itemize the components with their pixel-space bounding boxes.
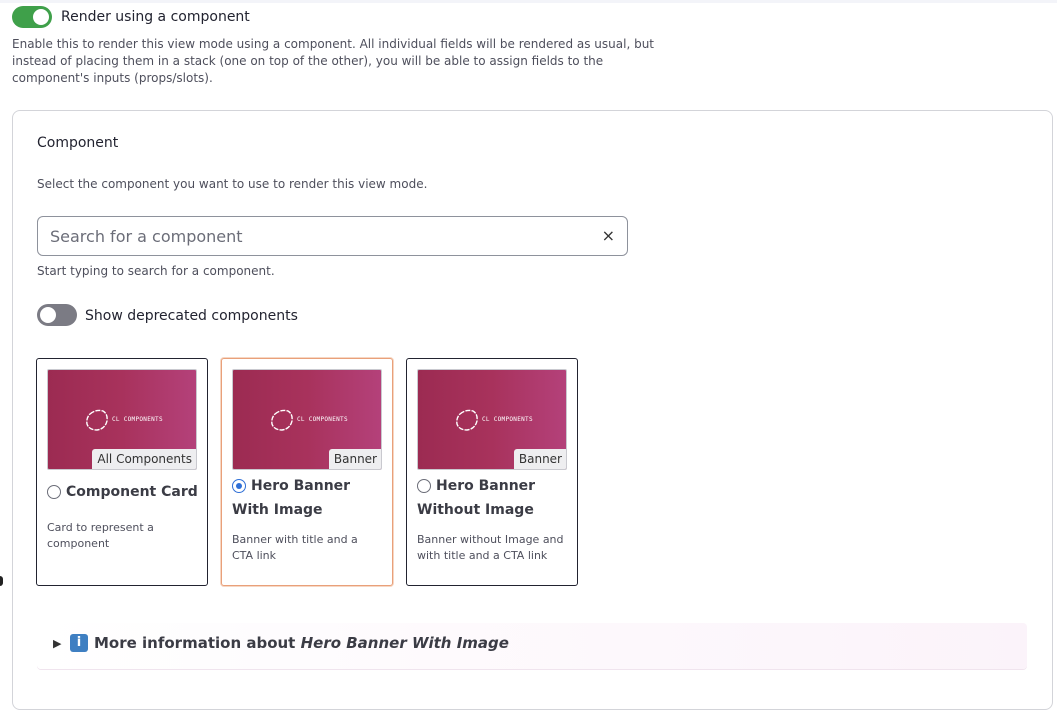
brand-text: CL COMPONENTS xyxy=(297,416,348,423)
toggle-knob xyxy=(40,307,56,323)
clear-search-icon[interactable]: × xyxy=(602,226,615,246)
component-description-text: Banner without Image and with title and … xyxy=(417,533,564,562)
component-card-component-card[interactable]: CL COMPONENTS All Components Component C… xyxy=(36,358,208,586)
component-search-input[interactable] xyxy=(50,225,580,247)
render-using-component-label: Render using a component xyxy=(61,9,250,25)
component-description-text: Card to represent a component xyxy=(47,521,154,550)
component-search: × xyxy=(37,216,628,256)
component-thumbnail: CL COMPONENTS All Components xyxy=(47,369,197,470)
component-radio[interactable] xyxy=(47,485,61,499)
component-description-text: Banner with title and a CTA link xyxy=(232,533,358,562)
component-name: Hero Banner With Image xyxy=(232,478,351,518)
cl-components-logo-icon xyxy=(86,409,108,431)
more-information-disclosure[interactable]: ▶ i More information about Hero Banner W… xyxy=(37,623,1027,669)
component-card-hero-banner-with-image[interactable]: CL COMPONENTS Banner Hero Banner With Im… xyxy=(221,358,393,586)
search-help-text: Start typing to search for a component. xyxy=(37,264,275,278)
component-name: Hero Banner Without Image xyxy=(417,478,536,518)
component-name: Component Card xyxy=(66,484,198,500)
toggle-knob xyxy=(33,9,49,25)
cl-components-logo-icon xyxy=(456,409,478,431)
category-badge: All Components xyxy=(92,449,196,469)
component-thumbnail: CL COMPONENTS Banner xyxy=(232,369,382,470)
cl-components-logo-icon xyxy=(271,409,293,431)
render-using-component-toggle[interactable] xyxy=(12,6,52,28)
scroll-edge-indicator xyxy=(0,576,3,586)
component-description: Select the component you want to use to … xyxy=(37,177,428,191)
category-badge: Banner xyxy=(328,449,381,469)
render-using-component-description: Enable this to render this view mode usi… xyxy=(12,37,654,85)
show-deprecated-toggle[interactable] xyxy=(37,304,77,326)
more-information-component-name: Hero Banner With Image xyxy=(300,634,509,652)
component-title: Component xyxy=(37,135,119,151)
top-divider xyxy=(0,0,1057,3)
show-deprecated-label: Show deprecated components xyxy=(85,308,298,324)
info-icon: i xyxy=(70,634,88,652)
category-badge: Banner xyxy=(513,449,566,469)
brand-text: CL COMPONENTS xyxy=(482,416,533,423)
brand-text: CL COMPONENTS xyxy=(112,416,163,423)
more-information-label: More information about Hero Banner With … xyxy=(94,634,509,652)
component-card-hero-banner-without-image[interactable]: CL COMPONENTS Banner Hero Banner Without… xyxy=(406,358,578,586)
expand-arrow-icon: ▶ xyxy=(53,637,62,650)
more-information-prefix: More information about xyxy=(94,634,301,652)
component-thumbnail: CL COMPONENTS Banner xyxy=(417,369,567,470)
